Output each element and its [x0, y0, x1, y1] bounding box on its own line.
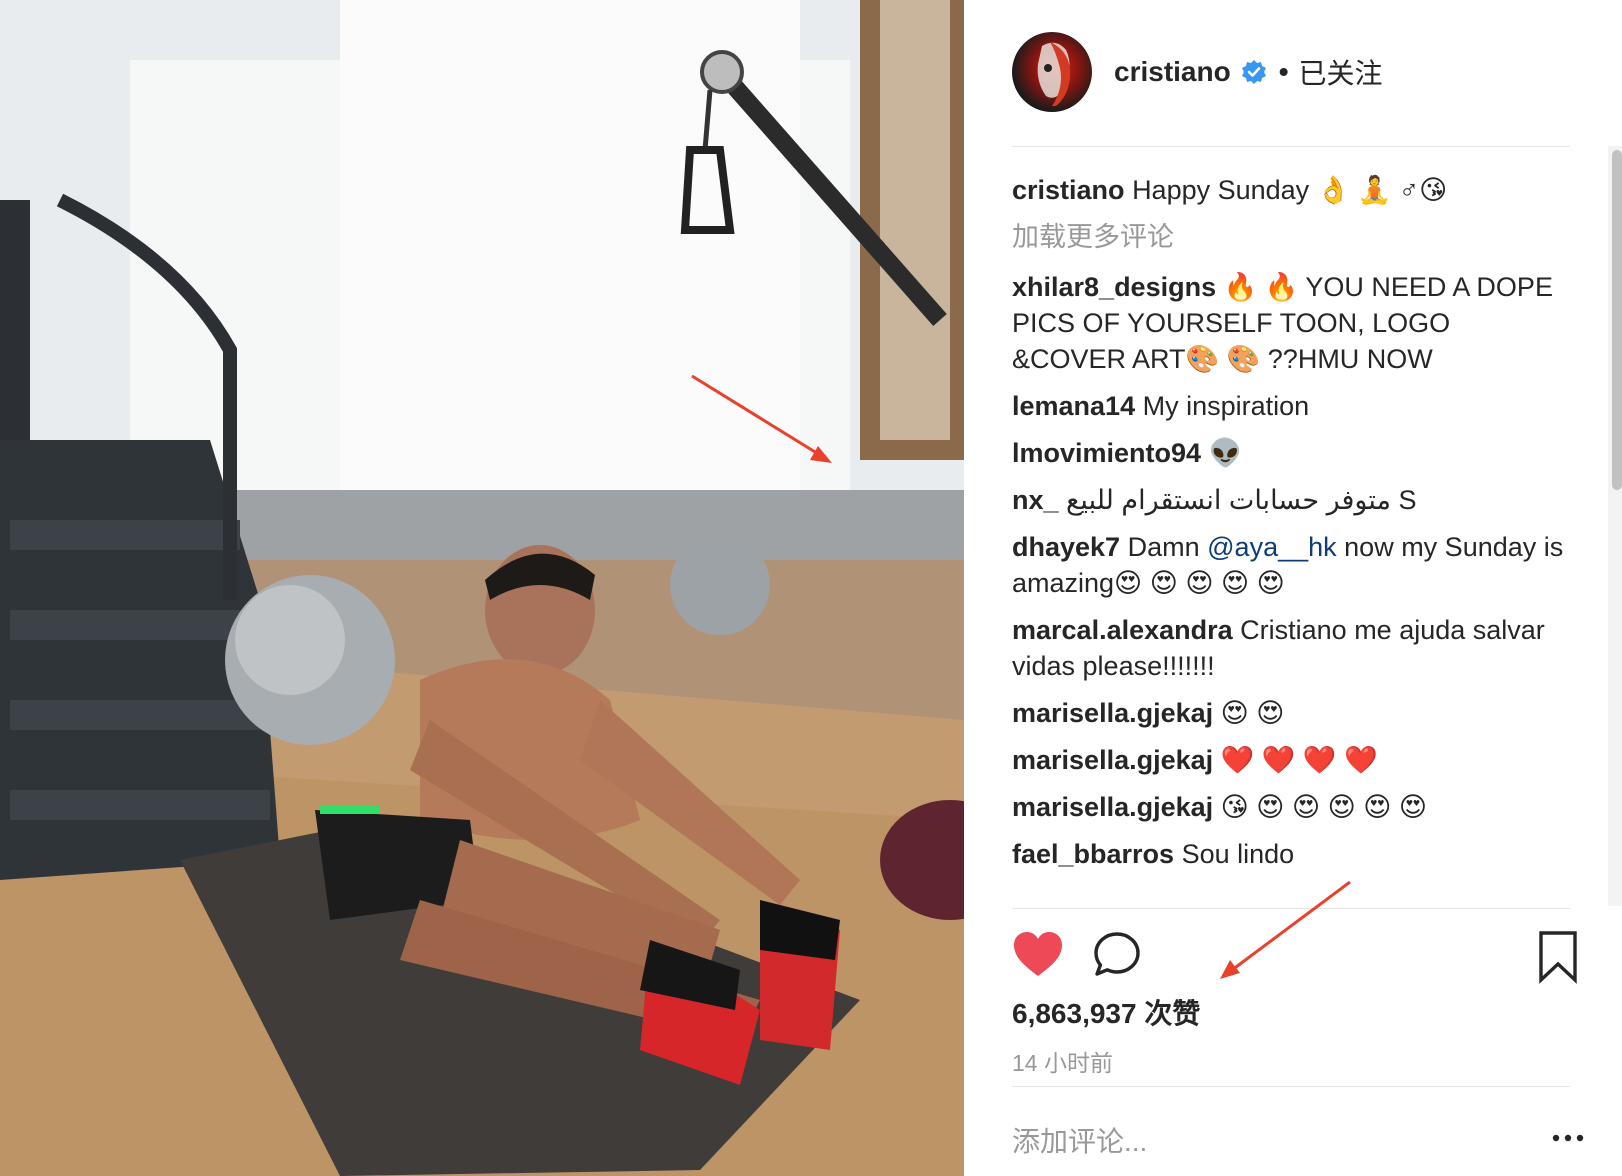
bookmark-icon[interactable]: [1538, 930, 1578, 984]
list-item: xhilar8_designs 🔥 🔥 YOU NEED A DOPE PICS…: [1012, 269, 1570, 377]
list-item: dhayek7 Damn @aya__hk now my Sunday is a…: [1012, 529, 1570, 601]
list-item: fael_bbarros Sou lindo: [1012, 836, 1570, 872]
comment-mention-link[interactable]: @aya__hk: [1207, 532, 1337, 562]
verified-badge-icon: [1241, 59, 1267, 85]
divider: [1012, 1086, 1570, 1087]
post-header: cristiano • 已关注: [1012, 30, 1572, 114]
scrollbar-thumb[interactable]: [1612, 150, 1622, 490]
comment-username[interactable]: marcal.alexandra: [1012, 615, 1233, 645]
caption-text: Happy Sunday 👌 🧘 ♂😘: [1132, 175, 1448, 205]
comment-username[interactable]: xhilar8_designs: [1012, 272, 1216, 302]
comment-text: متوفر حسابات انستقرام للبيع S: [1066, 485, 1417, 515]
follow-button[interactable]: 已关注: [1299, 52, 1383, 92]
list-item: marisella.gjekaj ❤️ ❤️ ❤️ ❤️: [1012, 742, 1570, 778]
likes-count[interactable]: 6,863,937 次赞: [1012, 992, 1200, 1032]
header-separator: •: [1278, 56, 1289, 87]
comment-username[interactable]: lmovimiento94: [1012, 438, 1201, 468]
gym-scene: [0, 0, 964, 1176]
comment-text: My inspiration: [1142, 391, 1310, 421]
comment-username[interactable]: marisella.gjekaj: [1012, 698, 1213, 728]
caption-username[interactable]: cristiano: [1012, 175, 1125, 205]
avatar[interactable]: [1012, 32, 1092, 112]
comment-text: 😘 😍 😍 😍 😍 😍: [1220, 792, 1428, 822]
post-actions: [1012, 928, 1577, 988]
divider: [1012, 146, 1570, 147]
comment-text: ❤️ ❤️ ❤️ ❤️: [1220, 745, 1378, 775]
comment-username[interactable]: fael_bbarros: [1012, 839, 1174, 869]
speech-bubble-icon[interactable]: [1092, 930, 1142, 980]
list-item: lmovimiento94 👽: [1012, 435, 1570, 471]
comments-list: cristiano Happy Sunday 👌 🧘 ♂😘 加载更多评论 xhi…: [1012, 172, 1570, 912]
list-item: marisella.gjekaj 😍 😍: [1012, 695, 1570, 731]
comment-text: 👽: [1208, 438, 1243, 468]
comment-username[interactable]: dhayek7: [1012, 532, 1120, 562]
add-comment-input[interactable]: 添加评论...: [1012, 1120, 1147, 1160]
list-item: lemana14 My inspiration: [1012, 388, 1570, 424]
comment-username[interactable]: marisella.gjekaj: [1012, 745, 1213, 775]
load-more-comments-button[interactable]: 加载更多评论: [1012, 219, 1570, 255]
comment-username[interactable]: marisella.gjekaj: [1012, 792, 1213, 822]
comment-text: Damn: [1127, 532, 1200, 562]
list-item: nx_ متوفر حسابات انستقرام للبيع S: [1012, 482, 1570, 518]
header-username[interactable]: cristiano: [1114, 56, 1231, 88]
comment-username[interactable]: lemana14: [1012, 391, 1135, 421]
post-photo: [0, 0, 964, 1176]
list-item: marcal.alexandra Cristiano me ajuda salv…: [1012, 612, 1570, 684]
list-item: marisella.gjekaj 😘 😍 😍 😍 😍 😍: [1012, 789, 1570, 825]
post-side-panel: cristiano • 已关注 cristiano Happy Sunday 👌…: [964, 0, 1622, 1176]
heart-icon[interactable]: [1012, 930, 1064, 980]
divider: [1012, 908, 1570, 909]
ellipsis-icon[interactable]: [1548, 1128, 1588, 1148]
comment-text: Sou lindo: [1181, 839, 1295, 869]
comment-text: 😍 😍: [1220, 698, 1285, 728]
post-timestamp: 14 小时前: [1012, 1050, 1113, 1076]
caption: cristiano Happy Sunday 👌 🧘 ♂😘: [1012, 172, 1570, 208]
comment-username[interactable]: nx_: [1012, 485, 1059, 515]
